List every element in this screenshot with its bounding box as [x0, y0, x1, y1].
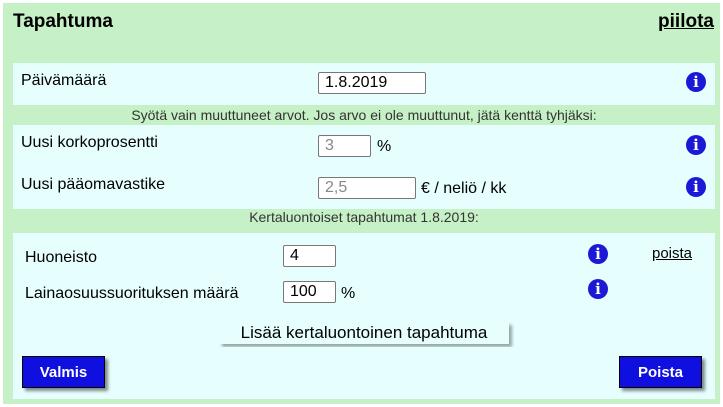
date-input[interactable] [318, 72, 426, 94]
loan-unit: % [341, 285, 356, 302]
capital-input[interactable] [318, 177, 416, 199]
apartment-input[interactable] [283, 245, 336, 267]
event-panel: Tapahtuma piilota Päivämäärä i Syötä vai… [3, 3, 720, 404]
interest-row: Uusi korkoprosentti % i [13, 125, 715, 167]
hide-link[interactable]: piilota [658, 11, 714, 33]
capital-label: Uusi pääomavastike [21, 176, 166, 193]
info-icon[interactable]: i [686, 177, 706, 197]
date-label: Päivämäärä [21, 72, 107, 89]
one-time-events-group: Huoneisto i poista Lainaosuussuorituksen… [13, 233, 715, 347]
date-row: Päivämäärä i [13, 63, 715, 105]
info-icon[interactable]: i [588, 279, 608, 299]
apartment-label: Huoneisto [25, 249, 98, 266]
interest-label: Uusi korkoprosentti [21, 134, 158, 151]
interest-unit: % [377, 138, 392, 155]
info-icon[interactable]: i [686, 135, 706, 155]
capital-row: Uusi pääomavastike € / neliö / kk i [13, 167, 715, 209]
loan-input[interactable] [283, 281, 336, 303]
delete-button[interactable]: Poista [619, 356, 702, 388]
capital-unit: € / neliö / kk [421, 180, 507, 197]
one-time-header: Kertaluontoiset tapahtumat 1.8.2019: [249, 209, 479, 225]
interest-input[interactable] [318, 135, 371, 157]
done-button[interactable]: Valmis [22, 356, 105, 388]
footer: Valmis Poista [13, 347, 715, 399]
info-icon[interactable]: i [686, 72, 706, 92]
instruction-text: Syötä vain muuttuneet arvot. Jos arvo ei… [131, 107, 597, 123]
info-icon[interactable]: i [588, 244, 608, 264]
add-one-time-event-button[interactable]: Lisää kertaluontoinen tapahtuma [219, 322, 509, 344]
remove-link[interactable]: poista [652, 245, 692, 262]
panel-title: Tapahtuma [13, 11, 113, 32]
loan-label: Lainaosuussuorituksen määrä [25, 285, 239, 302]
